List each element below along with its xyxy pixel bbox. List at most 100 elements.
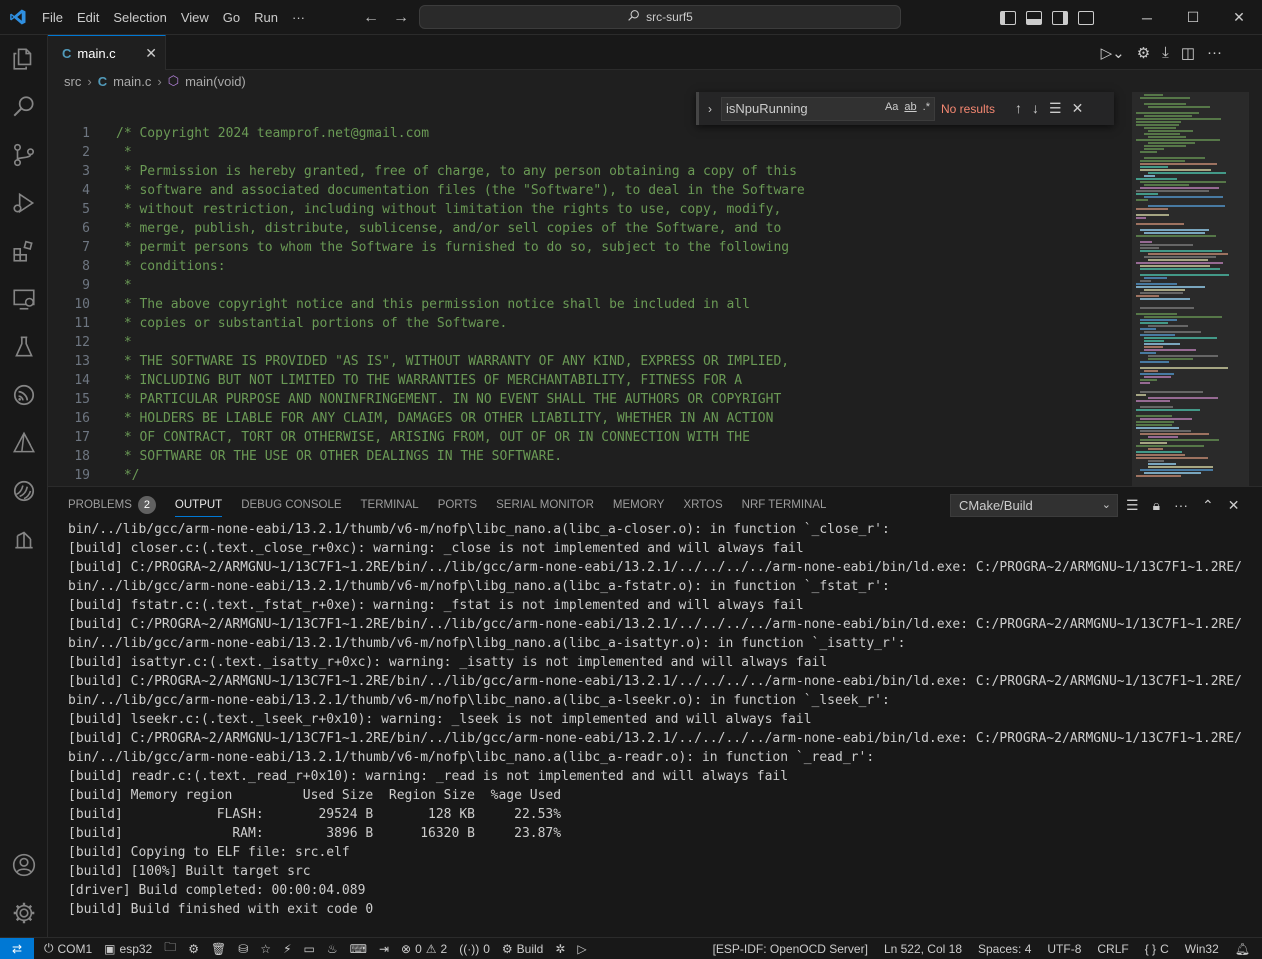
remote-indicator-icon[interactable]: ⇄ (0, 937, 34, 959)
indentation[interactable]: Spaces: 4 (978, 942, 1031, 956)
testing-icon[interactable] (0, 323, 48, 371)
build-cylinder-icon[interactable]: ⛁ (238, 942, 248, 956)
use-regex-icon[interactable]: .* (923, 101, 930, 113)
previous-match-arrow-icon[interactable]: ↑ (1015, 100, 1022, 117)
tab-memory[interactable]: MEMORY (613, 487, 676, 523)
flash-bolt-icon[interactable]: ⚡︎ (283, 942, 291, 956)
monitor-icon[interactable]: ▭ (304, 942, 315, 956)
ports-status-item[interactable]: ((·)) 0 (459, 942, 490, 956)
command-center[interactable]: src-surf5 (419, 5, 901, 29)
esp-idf-icon[interactable] (0, 371, 48, 419)
tab-nrf-terminal[interactable]: NRF TERMINAL (742, 487, 838, 523)
close-window-icon[interactable]: ✕ (1216, 0, 1262, 35)
toggle-replace-chevron-icon[interactable]: › (699, 102, 721, 116)
minimize-icon[interactable]: ─ (1124, 0, 1170, 35)
menu-more[interactable]: ··· (285, 0, 312, 35)
explorer-icon[interactable] (0, 35, 48, 83)
breadcrumb-file[interactable]: main.c (113, 74, 151, 89)
flash-star-icon[interactable]: ☆ (260, 942, 271, 956)
cmake-build-item[interactable]: ⚙ Build (502, 942, 543, 956)
tab-output[interactable]: OUTPUT (174, 487, 233, 523)
flame-icon[interactable]: ♨ (327, 942, 338, 956)
customize-layout-icon[interactable] (1078, 10, 1094, 25)
panel-scrollbar[interactable] (1248, 523, 1262, 938)
tab-serial-monitor[interactable]: SERIAL MONITOR (496, 487, 605, 523)
platform-config[interactable]: Win32 (1185, 942, 1219, 956)
end-of-line[interactable]: CRLF (1097, 942, 1128, 956)
menu-run[interactable]: Run (247, 0, 285, 35)
forward-arrow-icon[interactable]: → (390, 9, 412, 27)
extensions-icon[interactable] (0, 227, 48, 275)
remote-explorer-icon[interactable] (0, 275, 48, 323)
run-file-icon[interactable]: ▷⌄ (1101, 44, 1125, 62)
launch-icon[interactable]: ⇥ (379, 942, 389, 956)
tab-xrtos[interactable]: XRTOS (683, 487, 733, 523)
maximize-panel-chevron-up-icon[interactable]: ⌃ (1202, 497, 1214, 514)
find-in-selection-icon[interactable]: ☰ (1049, 100, 1062, 117)
full-clean-trash-icon[interactable]: 🗑︎ (211, 942, 226, 956)
folder-icon[interactable]: 🗀︎ (164, 938, 176, 959)
more-actions-icon[interactable]: ··· (1174, 497, 1188, 513)
problems-status-item[interactable]: ⊗ 0 ⚠ 2 (401, 942, 447, 956)
menu-edit[interactable]: Edit (70, 0, 106, 35)
maximize-icon[interactable]: ☐ (1170, 0, 1216, 35)
settings-gear-icon[interactable]: ⚙ (1137, 44, 1150, 62)
download-icon[interactable]: ⤓ (1162, 44, 1169, 61)
run-debug-icon[interactable] (0, 179, 48, 227)
menu-file[interactable]: File (35, 0, 70, 35)
output-channel-select[interactable]: CMake/Build ⌄ (950, 494, 1118, 517)
back-arrow-icon[interactable]: ← (360, 9, 382, 27)
close-find-icon[interactable]: ✕ (1072, 100, 1084, 117)
minimap-line (1140, 442, 1167, 444)
toggle-primary-sidebar-icon[interactable] (1000, 10, 1016, 25)
braces-icon: { } (1144, 942, 1157, 956)
encoding[interactable]: UTF-8 (1047, 942, 1081, 956)
source-control-icon[interactable] (0, 131, 48, 179)
toggle-secondary-sidebar-icon[interactable] (1052, 10, 1068, 25)
manage-gear-icon[interactable] (0, 889, 48, 937)
terminal-icon[interactable]: ⌨ (350, 942, 367, 956)
serial-port-item[interactable]: ⏻ COM1 (44, 941, 92, 956)
lock-scroll-icon[interactable]: 🔒︎ (1153, 497, 1160, 514)
match-case-icon[interactable]: Aa (885, 101, 898, 113)
more-actions-icon[interactable]: ··· (1207, 44, 1222, 61)
breadcrumb-symbol[interactable]: main(void) (185, 74, 246, 89)
editor-scrollbar[interactable] (1248, 92, 1262, 486)
minimap[interactable] (1128, 92, 1248, 486)
openocd-status[interactable]: [ESP-IDF: OpenOCD Server] (713, 942, 868, 956)
toggle-panel-icon[interactable] (1026, 10, 1042, 25)
search-view-icon[interactable] (0, 83, 48, 131)
minimap-line (1148, 466, 1213, 468)
find-input[interactable] (726, 101, 866, 116)
menu-go[interactable]: Go (216, 0, 247, 35)
menu-view[interactable]: View (174, 0, 216, 35)
tab-debug-console[interactable]: DEBUG CONSOLE (241, 487, 352, 523)
minimap-line (1144, 184, 1189, 186)
breadcrumb-folder[interactable]: src (64, 74, 81, 89)
cmake-icon[interactable] (0, 419, 48, 467)
language-mode[interactable]: { } C (1145, 942, 1169, 956)
tab-ports[interactable]: PORTS (438, 487, 488, 523)
debug-bug-icon[interactable]: ✲ (555, 942, 565, 956)
target-item[interactable]: ▣ esp32 (104, 942, 152, 956)
tab-problems[interactable]: PROBLEMS 2 (68, 487, 167, 523)
platformio-icon[interactable] (0, 467, 48, 515)
cursor-position[interactable]: Ln 522, Col 18 (884, 942, 962, 956)
output-log[interactable]: bin/../lib/gcc/arm-none-eabi/13.2.1/thum… (68, 520, 1248, 938)
code-editor[interactable]: 1 /* Copyright 2024 teamprof.net@gmail.co… (48, 92, 1128, 486)
close-tab-icon[interactable]: ✕ (145, 45, 157, 62)
notifications-bell-icon[interactable]: 🔔︎ (1235, 942, 1250, 956)
accounts-icon[interactable] (0, 841, 48, 889)
clear-output-icon[interactable]: ☰ (1126, 497, 1139, 514)
nrf-connect-icon[interactable] (0, 515, 48, 563)
close-panel-icon[interactable]: ✕ (1228, 497, 1240, 514)
match-whole-word-icon[interactable]: ab (904, 101, 916, 113)
tab-terminal[interactable]: TERMINAL (361, 487, 430, 523)
minimap-line (1144, 115, 1192, 117)
split-editor-icon[interactable]: ◫ (1181, 44, 1195, 62)
next-match-arrow-icon[interactable]: ↓ (1032, 100, 1039, 117)
sdk-config-gear-icon[interactable]: ⚙ (188, 942, 199, 956)
menu-selection[interactable]: Selection (106, 0, 173, 35)
launch-play-icon[interactable]: ▷ (577, 942, 586, 956)
tab-main-c[interactable]: C main.c ✕ (48, 35, 166, 70)
